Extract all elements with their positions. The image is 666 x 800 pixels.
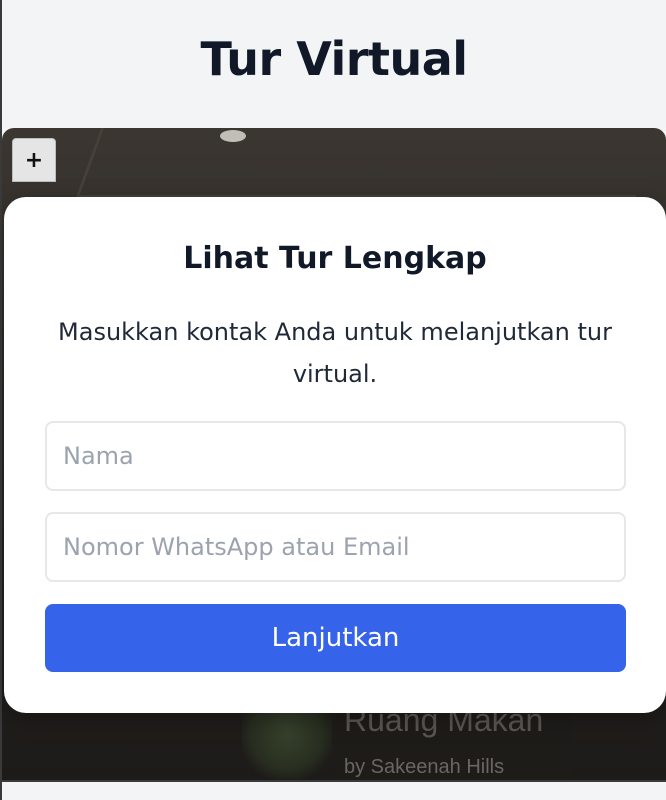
page-header: Tur Virtual	[2, 0, 666, 128]
name-input[interactable]	[45, 421, 626, 491]
page-title: Tur Virtual	[200, 32, 468, 86]
modal-title: Lihat Tur Lengkap	[183, 241, 487, 276]
footer-strip	[2, 780, 666, 800]
ceiling-lamp	[220, 130, 246, 142]
ceiling-molding	[75, 128, 666, 198]
contact-input[interactable]	[45, 512, 626, 582]
scene-subtitle: by Sakeenah Hills	[344, 756, 505, 778]
zoom-in-button[interactable]: +	[12, 138, 56, 182]
lead-capture-modal: Lihat Tur Lengkap Masukkan kontak Anda u…	[4, 197, 666, 713]
modal-description: Masukkan kontak Anda untuk melanjutkan t…	[58, 318, 612, 388]
page: Tur Virtual + Ruang Makan by Sakeenah Hi…	[0, 0, 666, 800]
continue-button[interactable]: Lanjutkan	[45, 604, 626, 672]
